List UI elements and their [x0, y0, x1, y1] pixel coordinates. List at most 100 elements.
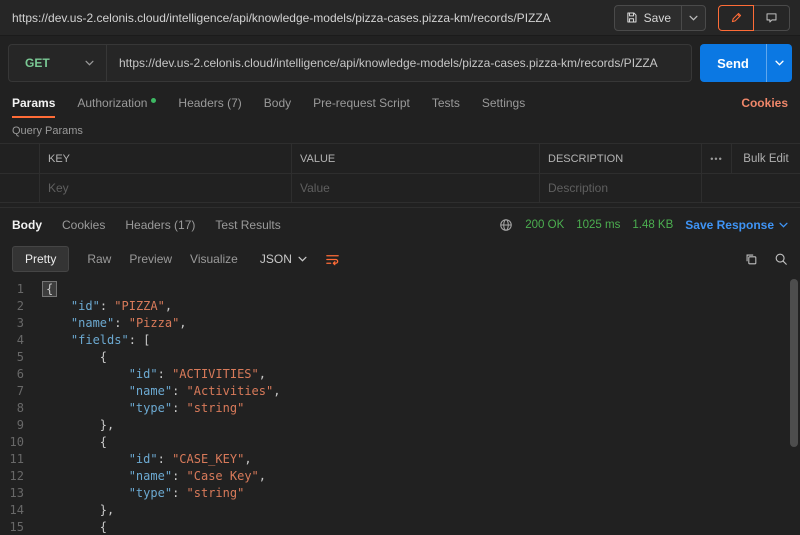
format-label: JSON [260, 252, 292, 266]
tab-params[interactable]: Params [12, 96, 55, 110]
view-tab-visualize[interactable]: Visualize [190, 252, 238, 266]
code-line: 14 }, [0, 502, 800, 519]
pencil-icon [730, 11, 743, 24]
response-tabs: Body Cookies Headers (17) Test Results 2… [0, 207, 800, 241]
code-line: 6 "id": "ACTIVITIES", [0, 366, 800, 383]
authorization-status-dot [151, 98, 156, 103]
line-number: 1 [0, 281, 36, 298]
send-options-button[interactable] [766, 44, 792, 82]
status-badge[interactable]: 200 OK [525, 219, 564, 231]
tab-body[interactable]: Body [264, 96, 291, 110]
line-number: 13 [0, 485, 36, 502]
response-size[interactable]: 1.48 KB [632, 219, 673, 231]
description-column-header: DESCRIPTION [540, 144, 702, 173]
code-line: 8 "type": "string" [0, 400, 800, 417]
save-options-button[interactable] [681, 6, 705, 30]
params-input-row [0, 173, 800, 203]
tab-pre-request-script[interactable]: Pre-request Script [313, 96, 410, 110]
search-icon [774, 252, 788, 266]
edit-request-button[interactable] [718, 5, 754, 31]
line-number: 2 [0, 298, 36, 315]
line-number: 11 [0, 451, 36, 468]
code-line: 2 "id": "PIZZA", [0, 298, 800, 315]
tab-authorization-label: Authorization [77, 96, 147, 110]
request-action-group [718, 5, 790, 31]
comment-button[interactable] [754, 5, 790, 31]
response-meta: 200 OK 1025 ms 1.48 KB Save Response [499, 218, 788, 232]
view-tab-raw[interactable]: Raw [87, 252, 111, 266]
code-line: 15 { [0, 519, 800, 535]
tab-headers[interactable]: Headers (7) [178, 96, 241, 110]
line-number: 9 [0, 417, 36, 434]
line-number: 3 [0, 315, 36, 332]
line-number: 14 [0, 502, 36, 519]
response-time[interactable]: 1025 ms [576, 219, 620, 231]
response-tab-body[interactable]: Body [12, 218, 42, 232]
code-line: 11 "id": "CASE_KEY", [0, 451, 800, 468]
url-input[interactable] [107, 45, 691, 81]
cookies-link[interactable]: Cookies [741, 96, 788, 110]
param-description-cell [540, 174, 702, 202]
code-line: 3 "name": "Pizza", [0, 315, 800, 332]
method-select[interactable]: GET [9, 45, 107, 81]
chevron-down-icon [85, 60, 94, 66]
scrollbar-thumb[interactable] [790, 279, 798, 447]
query-params-label: Query Params [0, 118, 800, 143]
request-tabs: Params Authorization Headers (7) Body Pr… [0, 88, 800, 118]
row-select-cell [0, 174, 40, 202]
bulk-edit-button[interactable]: Bulk Edit [732, 144, 800, 173]
response-body: 1{2 "id": "PIZZA",3 "name": "Pizza",4 "f… [0, 277, 800, 535]
toolbar-right [744, 252, 788, 266]
scrollbar-track[interactable] [788, 277, 800, 535]
line-number: 5 [0, 349, 36, 366]
code-line: 10 { [0, 434, 800, 451]
line-number: 12 [0, 468, 36, 485]
key-column-header: KEY [40, 144, 292, 173]
empty-cell [732, 174, 800, 202]
chevron-down-icon [298, 256, 307, 262]
line-number: 10 [0, 434, 36, 451]
view-tab-pretty[interactable]: Pretty [12, 246, 69, 272]
wrap-lines-icon [325, 252, 340, 267]
empty-cell [702, 174, 732, 202]
wrap-lines-button[interactable] [325, 252, 340, 267]
save-response-button[interactable]: Save Response [685, 218, 788, 232]
copy-button[interactable] [744, 252, 758, 266]
line-number: 8 [0, 400, 36, 417]
params-header-row: KEY VALUE DESCRIPTION ••• Bulk Edit [0, 143, 800, 173]
line-number: 4 [0, 332, 36, 349]
view-tab-preview[interactable]: Preview [129, 252, 172, 266]
send-button[interactable]: Send [700, 44, 792, 82]
method-label: GET [25, 56, 50, 70]
tab-tests[interactable]: Tests [432, 96, 460, 110]
search-button[interactable] [774, 252, 788, 266]
code-line: 9 }, [0, 417, 800, 434]
send-button-label: Send [717, 56, 749, 71]
format-select[interactable]: JSON [260, 252, 307, 266]
code-line: 1{ [0, 281, 800, 298]
save-button[interactable]: Save [615, 6, 681, 30]
send-button-label-area[interactable]: Send [700, 44, 766, 82]
tab-settings[interactable]: Settings [482, 96, 525, 110]
comment-icon [765, 11, 778, 24]
param-description-input[interactable] [548, 181, 693, 195]
save-button-group: Save [614, 5, 706, 31]
params-select-column [0, 144, 40, 173]
param-value-cell [292, 174, 540, 202]
line-number: 6 [0, 366, 36, 383]
code-line: 5 { [0, 349, 800, 366]
more-options-button[interactable]: ••• [702, 144, 732, 173]
response-tab-headers[interactable]: Headers (17) [125, 218, 195, 232]
param-value-input[interactable] [300, 181, 531, 195]
tab-authorization[interactable]: Authorization [77, 96, 156, 110]
chevron-down-icon [689, 15, 698, 21]
save-icon [625, 11, 638, 24]
response-tab-test-results[interactable]: Test Results [215, 218, 280, 232]
network-icon[interactable] [499, 218, 513, 232]
response-tab-cookies[interactable]: Cookies [62, 218, 105, 232]
param-key-input[interactable] [48, 181, 283, 195]
response-view-toolbar: Pretty Raw Preview Visualize JSON [0, 241, 800, 277]
line-number: 7 [0, 383, 36, 400]
url-container: GET [8, 44, 692, 82]
line-number: 15 [0, 519, 36, 535]
